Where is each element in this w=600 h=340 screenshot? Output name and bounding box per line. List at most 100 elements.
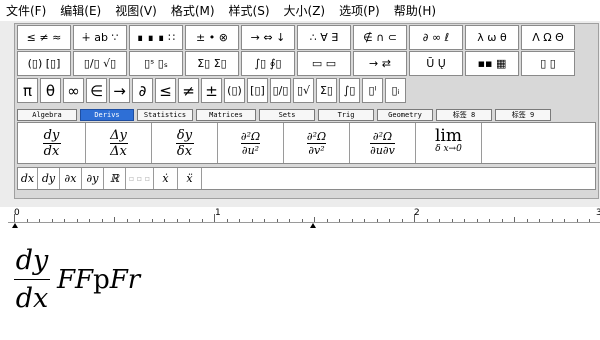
ruler-tick: [277, 219, 278, 222]
equation-editor[interactable]: dy dx FFpFr: [0, 231, 600, 340]
ruler-tick: [577, 219, 578, 222]
fence-templates-button[interactable]: (▯) [▯]: [17, 51, 71, 76]
arrows-palette-button[interactable]: → ⇔ ↓: [241, 25, 295, 50]
menu-options[interactable]: 选项(P): [339, 2, 380, 19]
products-templates-button[interactable]: Ū Ų: [409, 51, 463, 76]
subscript-button[interactable]: ▯ᵢ: [385, 78, 406, 103]
box-templates-button[interactable]: ▯ ▯: [521, 51, 575, 76]
pi-button[interactable]: π: [17, 78, 38, 103]
menu-file[interactable]: 文件(F): [6, 2, 46, 19]
tab-stop-marker[interactable]: [12, 223, 18, 228]
mixed-partial-template[interactable]: ∂²Ω ∂u∂v: [350, 123, 416, 163]
symbol-panel: ≤ ≠ ≈ ∔ ab ∵ ∎ ∎ ∎ ∷ ± • ⊗ → ⇔ ↓ ∴ ∀ ∃ ∉…: [14, 23, 599, 199]
ruler[interactable]: 0 1 2 3: [0, 207, 600, 229]
menu-view[interactable]: 视图(V): [115, 2, 157, 19]
template-denominator: ∂u²: [241, 143, 260, 157]
dx-button[interactable]: dx: [18, 168, 38, 189]
sum-button[interactable]: Σ▯: [316, 78, 337, 103]
small-delta-fraction: δy δx: [175, 127, 194, 159]
tab-geometry[interactable]: Geometry: [377, 109, 433, 121]
fraction-radical-templates-button[interactable]: ▯/▯ √▯: [73, 51, 127, 76]
partial-x-button[interactable]: ∂x: [60, 168, 82, 189]
ruler-tick: [327, 219, 328, 222]
ruler-tick: [402, 219, 403, 222]
tab-stop-marker[interactable]: [310, 223, 316, 228]
second-partial-v-template[interactable]: ∂²Ω ∂v²: [284, 123, 350, 163]
x-dot-button[interactable]: ẋ: [154, 168, 178, 189]
operators-palette-button[interactable]: ± • ⊗: [185, 25, 239, 50]
tab-9[interactable]: 标签 9: [495, 109, 551, 121]
labeled-arrow-templates-button[interactable]: → ⇄: [353, 51, 407, 76]
greek-lower-palette-button[interactable]: λ ω θ: [465, 25, 519, 50]
ruler-tick: [564, 219, 565, 222]
summation-templates-button[interactable]: Σ▯ Σ▯: [185, 51, 239, 76]
ruler-tick: [289, 219, 290, 222]
tab-statistics[interactable]: Statistics: [137, 109, 193, 121]
template-numerator: δy: [176, 127, 193, 143]
small-delta-template[interactable]: δy δx: [152, 123, 218, 163]
empty-slot-button[interactable]: ▫ ▫ ▫: [126, 168, 154, 189]
dy-dx-fraction: dy dx: [42, 128, 61, 159]
template-numerator: Δy: [110, 127, 127, 143]
second-partial-u-template[interactable]: ∂²Ω ∂u²: [218, 123, 284, 163]
ruler-tick: [227, 219, 228, 222]
ruler-tick: [377, 219, 378, 222]
ruler-tick: [464, 219, 465, 222]
superscript-button[interactable]: ▯ˡ: [362, 78, 383, 103]
menu-edit[interactable]: 编辑(E): [60, 2, 101, 19]
greek-upper-palette-button[interactable]: Λ Ω Θ: [521, 25, 575, 50]
spaces-palette-button[interactable]: ∔ ab ∵: [73, 25, 127, 50]
equation-numerator[interactable]: dy: [16, 245, 49, 276]
relations-palette-button[interactable]: ≤ ≠ ≈: [17, 25, 71, 50]
menu-help[interactable]: 帮助(H): [394, 2, 436, 19]
ruler-tick: [214, 214, 215, 222]
equation-text-segment: p: [93, 265, 110, 295]
tab-trig[interactable]: Trig: [318, 109, 374, 121]
parentheses-button[interactable]: (▯): [224, 78, 245, 103]
menu-style[interactable]: 样式(S): [229, 2, 270, 19]
dy-dx-template[interactable]: dy dx: [18, 123, 86, 163]
logic-palette-button[interactable]: ∴ ∀ ∃: [297, 25, 351, 50]
element-of-button[interactable]: ∈: [86, 78, 107, 103]
x-double-dot-button[interactable]: ẍ: [178, 168, 202, 189]
radical-button[interactable]: ▯√: [293, 78, 314, 103]
fraction-button[interactable]: ▯/▯: [270, 78, 291, 103]
embellishments-palette-button[interactable]: ∎ ∎ ∎ ∷: [129, 25, 183, 50]
ruler-tick: [427, 219, 428, 222]
tab-matrices[interactable]: Matrices: [196, 109, 256, 121]
equation-text[interactable]: FFpFr: [57, 265, 140, 295]
misc-symbols-palette-button[interactable]: ∂ ∞ ℓ: [409, 25, 463, 50]
real-numbers-button[interactable]: ℝ: [104, 168, 126, 189]
menu-format[interactable]: 格式(M): [171, 2, 215, 19]
less-equal-button[interactable]: ≤: [155, 78, 176, 103]
equation-fraction[interactable]: dy dx: [14, 245, 50, 314]
ruler-tick: [177, 219, 178, 222]
delta-y-delta-x-template[interactable]: Δy Δx: [86, 123, 152, 163]
ruler-tick: [202, 219, 203, 222]
ruler-tick: [439, 219, 440, 222]
tab-algebra[interactable]: Algebra: [17, 109, 77, 121]
dy-button[interactable]: dy: [38, 168, 60, 189]
plus-minus-button[interactable]: ±: [201, 78, 222, 103]
right-arrow-button[interactable]: →: [109, 78, 130, 103]
tab-derivs[interactable]: Derivs: [80, 109, 134, 121]
infinity-button[interactable]: ∞: [63, 78, 84, 103]
matrix-templates-button[interactable]: ▪▪ ▦: [465, 51, 519, 76]
integral-button[interactable]: ∫▯: [339, 78, 360, 103]
bar-templates-button[interactable]: ▭ ▭: [297, 51, 351, 76]
limit-template[interactable]: lim δ x→0: [416, 123, 482, 163]
partial-y-button[interactable]: ∂y: [82, 168, 104, 189]
tab-sets[interactable]: Sets: [259, 109, 315, 121]
derivative-templates-bar: dy dx Δy Δx δy δx ∂²Ω ∂u² ∂²Ω ∂v² ∂²Ω ∂u…: [17, 122, 596, 164]
integral-templates-button[interactable]: ∫▯ ∮▯: [241, 51, 295, 76]
script-templates-button[interactable]: ▯ˢ ▯ₛ: [129, 51, 183, 76]
theta-button[interactable]: θ: [40, 78, 61, 103]
not-equal-button[interactable]: ≠: [178, 78, 199, 103]
equation-denominator[interactable]: dx: [16, 283, 49, 314]
brackets-button[interactable]: [▯]: [247, 78, 268, 103]
menu-size[interactable]: 大小(Z): [284, 2, 326, 19]
partial-button[interactable]: ∂: [132, 78, 153, 103]
tab-8[interactable]: 标签 8: [436, 109, 492, 121]
menu-bar: 文件(F) 编辑(E) 视图(V) 格式(M) 样式(S) 大小(Z) 选项(P…: [0, 0, 600, 21]
set-theory-palette-button[interactable]: ∉ ∩ ⊂: [353, 25, 407, 50]
